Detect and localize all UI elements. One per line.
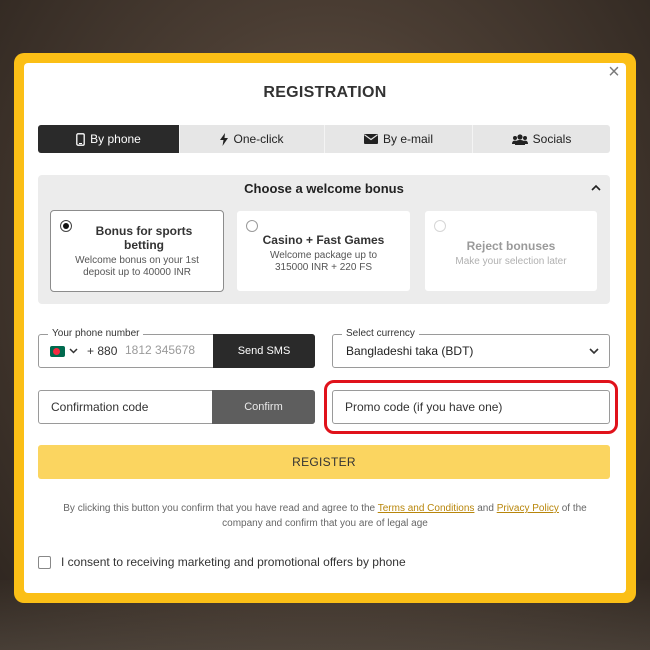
currency-value: Bangladeshi taka (BDT) bbox=[346, 344, 474, 358]
tab-label: By phone bbox=[90, 132, 141, 146]
radio-button[interactable] bbox=[434, 220, 446, 232]
lightning-icon bbox=[220, 132, 229, 146]
phone-field: Your phone number + 880 Send SMS bbox=[38, 328, 315, 368]
bonus-option-subtitle: Welcome bonus on your 1st deposit up to … bbox=[75, 255, 199, 278]
register-button[interactable]: REGISTER bbox=[38, 445, 610, 479]
tab-socials[interactable]: Socials bbox=[473, 125, 610, 153]
bonus-option-reject[interactable]: Reject bonuses Make your selection later bbox=[424, 210, 598, 292]
bonus-option-sports[interactable]: Bonus for sports betting Welcome bonus o… bbox=[50, 210, 224, 292]
page-title: REGISTRATION bbox=[263, 84, 387, 101]
promo-code-input[interactable] bbox=[345, 400, 585, 414]
tab-by-phone[interactable]: By phone bbox=[38, 125, 180, 153]
chevron-down-icon[interactable] bbox=[69, 348, 78, 354]
radio-button[interactable] bbox=[246, 220, 258, 232]
send-sms-button[interactable]: Send SMS bbox=[213, 334, 315, 368]
legal-notice: By clicking this button you confirm that… bbox=[52, 501, 598, 531]
people-icon bbox=[511, 133, 528, 145]
bonus-option-subtitle: Make your selection later bbox=[455, 256, 567, 267]
confirmation-code-field: Confirm bbox=[38, 390, 315, 424]
currency-select[interactable]: Select currency Bangladeshi taka (BDT) bbox=[332, 328, 610, 368]
close-icon[interactable]: × bbox=[605, 62, 623, 82]
chevron-down-icon bbox=[589, 348, 599, 355]
legal-prefix: By clicking this button you confirm that… bbox=[63, 503, 376, 514]
bonus-option-subtitle: Welcome package up to 315000 INR + 220 F… bbox=[269, 250, 378, 273]
tab-by-email[interactable]: By e-mail bbox=[325, 125, 473, 153]
radio-button[interactable] bbox=[60, 220, 72, 232]
promo-code-field bbox=[332, 390, 610, 424]
country-code: + 880 bbox=[87, 344, 118, 358]
envelope-icon bbox=[363, 134, 378, 144]
privacy-link[interactable]: Privacy Policy bbox=[497, 503, 559, 514]
phone-label: Your phone number bbox=[48, 328, 144, 339]
bangladesh-flag-icon[interactable] bbox=[50, 346, 65, 357]
consent-checkbox[interactable] bbox=[38, 555, 51, 569]
bonus-option-title: Bonus for sports betting bbox=[95, 224, 193, 252]
currency-label: Select currency bbox=[342, 328, 419, 339]
tab-label: By e-mail bbox=[382, 132, 433, 146]
registration-modal: × REGISTRATION By phone One-click By e-m… bbox=[24, 62, 626, 593]
tab-label: One-click bbox=[233, 132, 284, 146]
terms-link[interactable]: Terms and Conditions bbox=[378, 503, 475, 514]
confirmation-code-input[interactable] bbox=[51, 400, 201, 414]
bonus-option-casino[interactable]: Casino + Fast Games Welcome package up t… bbox=[236, 210, 411, 292]
bonus-option-title: Casino + Fast Games bbox=[262, 233, 385, 247]
chevron-up-icon[interactable] bbox=[591, 184, 601, 191]
marketing-consent: I consent to receiving marketing and pro… bbox=[38, 555, 406, 569]
welcome-bonus-panel: Choose a welcome bonus Bonus for sports … bbox=[38, 175, 610, 304]
legal-and: and bbox=[477, 503, 494, 514]
registration-tabs: By phone One-click By e-mail Socials bbox=[38, 125, 610, 153]
tab-one-click[interactable]: One-click bbox=[180, 125, 325, 153]
bonus-heading: Choose a welcome bonus bbox=[244, 181, 404, 196]
confirm-button[interactable]: Confirm bbox=[212, 390, 315, 424]
phone-input[interactable] bbox=[125, 343, 215, 357]
bonus-option-title: Reject bonuses bbox=[466, 239, 556, 253]
consent-label: I consent to receiving marketing and pro… bbox=[61, 555, 406, 569]
tab-label: Socials bbox=[532, 132, 572, 146]
phone-icon bbox=[76, 132, 85, 146]
